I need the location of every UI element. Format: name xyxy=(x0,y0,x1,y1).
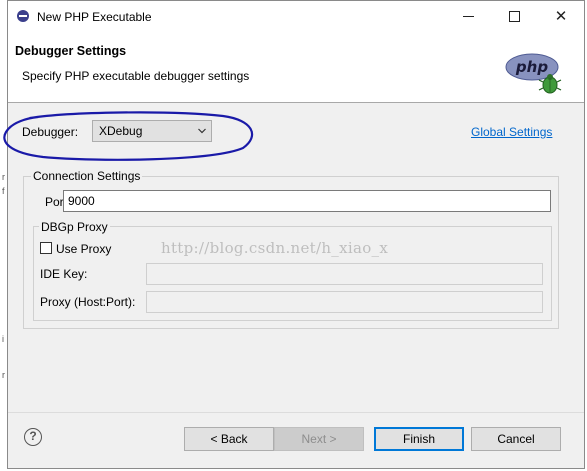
port-input[interactable]: 9000 xyxy=(63,190,551,212)
connection-settings-title: Connection Settings xyxy=(31,169,143,183)
close-button[interactable]: ✕ xyxy=(538,1,584,32)
bg-fragment: f xyxy=(2,186,5,196)
proxy-host-port-label: Proxy (Host:Port): xyxy=(40,295,136,309)
ide-key-input[interactable] xyxy=(146,263,543,285)
cancel-button[interactable]: Cancel xyxy=(471,427,561,451)
bg-fragment: i xyxy=(2,334,4,344)
minimize-icon xyxy=(463,16,474,17)
page-title: Debugger Settings xyxy=(15,44,127,58)
use-proxy-label[interactable]: Use Proxy xyxy=(56,242,111,256)
wizard-header: Debugger Settings Specify PHP executable… xyxy=(8,32,584,103)
eclipse-icon xyxy=(17,10,29,22)
back-button[interactable]: < Back xyxy=(184,427,274,451)
finish-button[interactable]: Finish xyxy=(374,427,464,451)
use-proxy-checkbox[interactable] xyxy=(40,242,52,254)
next-button: Next > xyxy=(274,427,364,451)
hand-drawn-annotation xyxy=(3,111,254,161)
ide-key-label: IDE Key: xyxy=(40,267,88,281)
global-settings-link[interactable]: Global Settings xyxy=(471,125,552,139)
close-icon: ✕ xyxy=(554,8,568,25)
title-bar: New PHP Executable ✕ xyxy=(8,1,584,32)
minimize-button[interactable] xyxy=(446,1,492,32)
dialog-window: New PHP Executable ✕ Debugger Settings S… xyxy=(3,0,585,469)
php-logo-text: php xyxy=(515,58,548,76)
bg-fragment: r xyxy=(2,172,5,182)
window-title: New PHP Executable xyxy=(37,10,152,24)
page-subtitle: Specify PHP executable debugger settings xyxy=(22,69,250,83)
dbgp-proxy-title: DBGp Proxy xyxy=(39,220,110,234)
footer-divider xyxy=(8,412,584,413)
php-logo-icon: php xyxy=(505,53,562,94)
maximize-icon xyxy=(509,11,520,22)
watermark: http://blog.csdn.net/h_xiao_x xyxy=(161,239,389,257)
background-app-strip: r f i r xyxy=(0,0,7,471)
proxy-host-port-input[interactable] xyxy=(146,291,543,313)
maximize-button[interactable] xyxy=(492,1,538,32)
help-icon[interactable]: ? xyxy=(24,428,42,446)
bg-fragment: r xyxy=(2,370,5,380)
